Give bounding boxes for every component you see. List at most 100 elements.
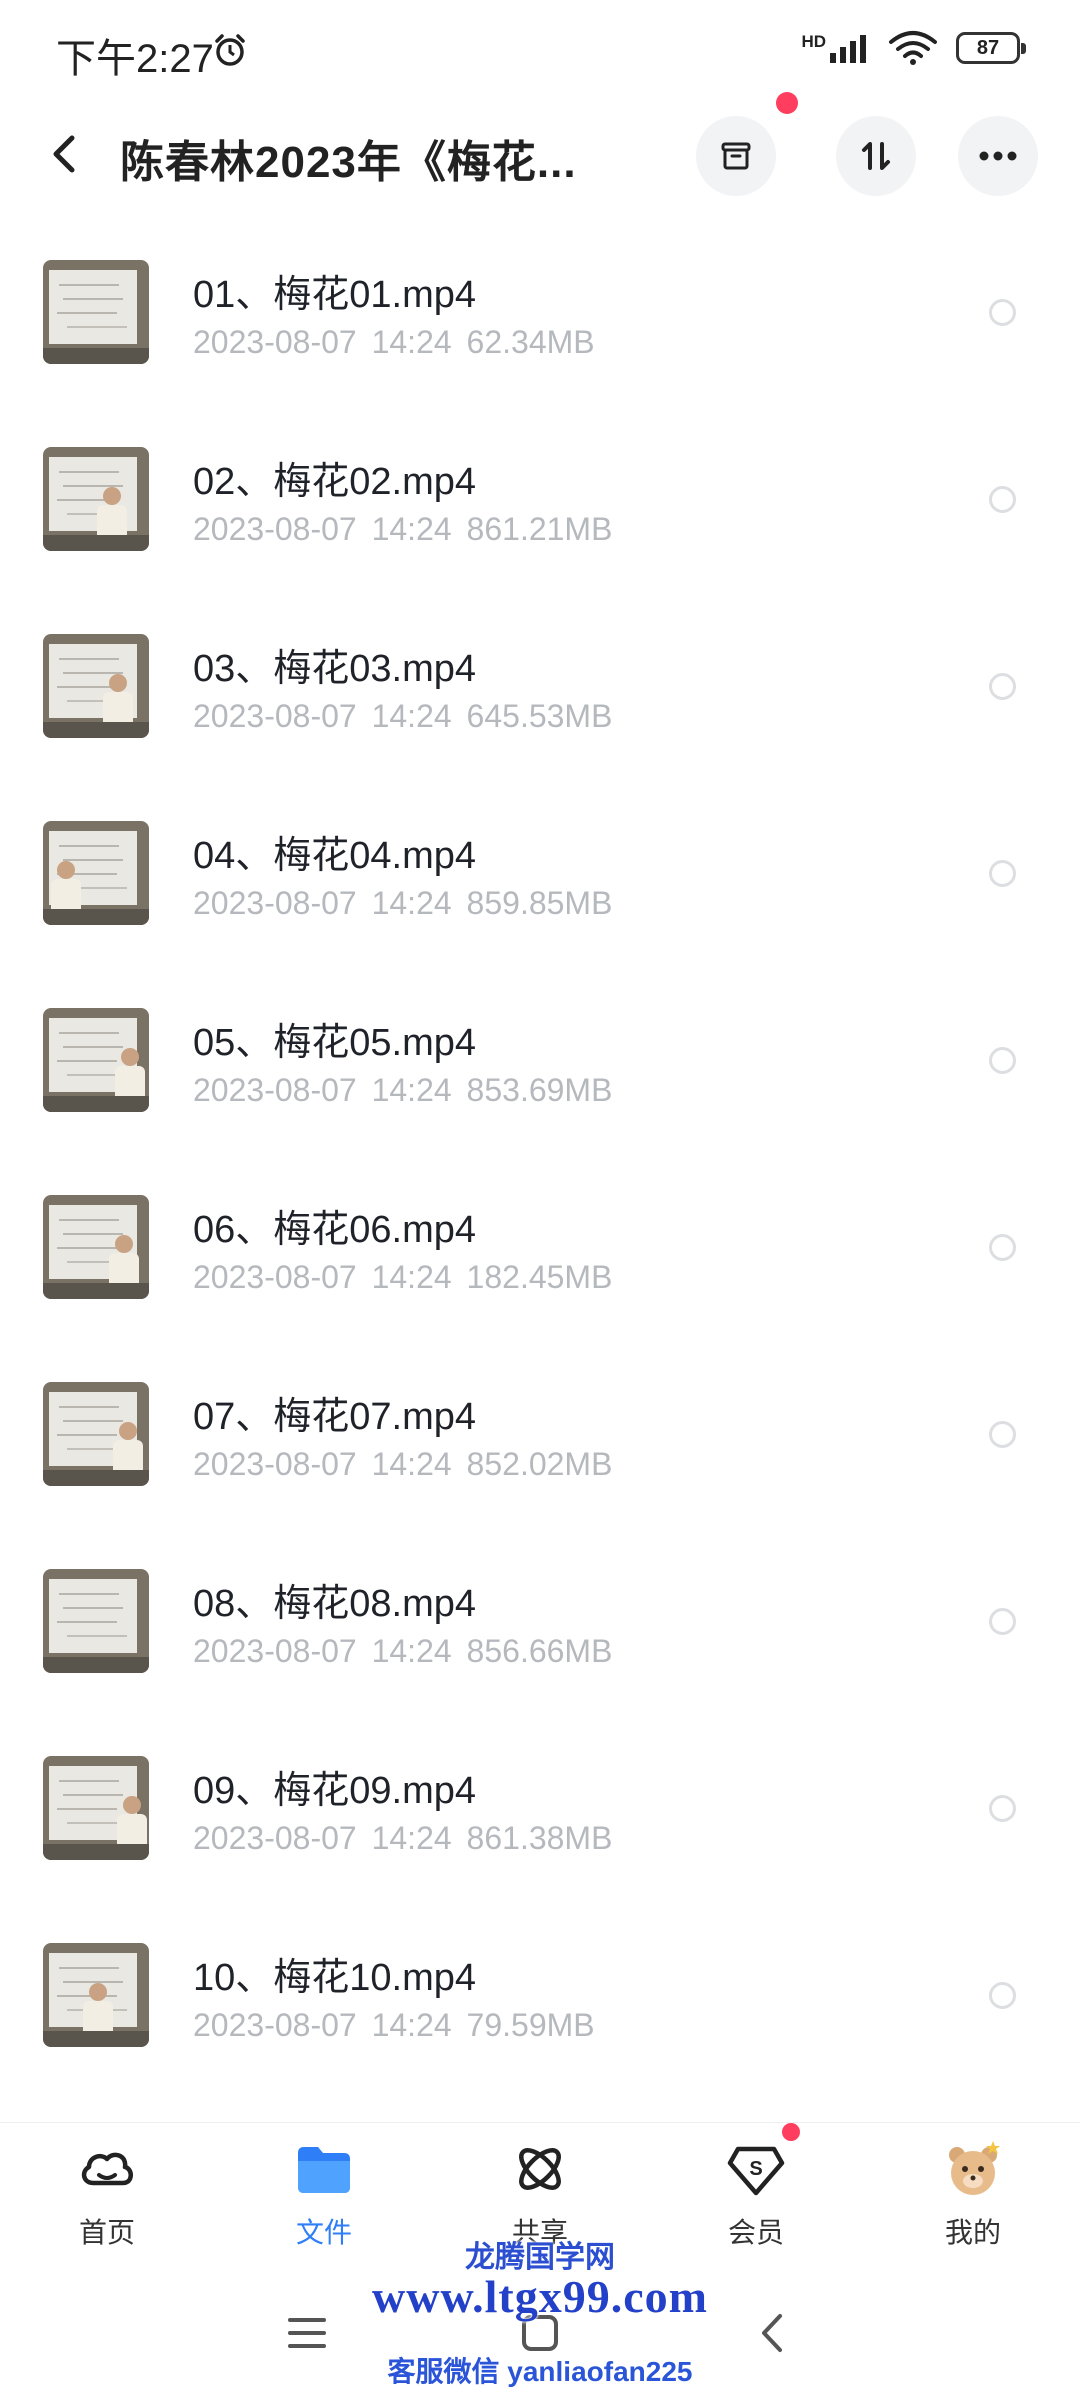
video-thumbnail [43, 260, 149, 364]
file-time: 14:24 [371, 1072, 452, 1108]
file-meta: 2023-08-07 14:24 859.85MB [193, 885, 612, 922]
bear-avatar-icon [949, 2141, 1000, 2195]
video-thumbnail [43, 821, 149, 925]
network-label: HD [801, 32, 826, 51]
select-radio[interactable] [989, 860, 1016, 887]
whiteboard-image [49, 1579, 137, 1653]
file-meta: 2023-08-07 14:24 645.53MB [193, 698, 612, 735]
file-meta: 2023-08-07 14:24 62.34MB [193, 324, 595, 361]
file-date: 2023-08-07 [193, 511, 357, 547]
file-date: 2023-08-07 [193, 1259, 357, 1295]
file-time: 14:24 [371, 698, 452, 734]
select-radio[interactable] [989, 1047, 1016, 1074]
file-row[interactable]: 07、梅花07.mp4 2023-08-07 14:24 852.02MB [0, 1342, 1080, 1529]
select-radio[interactable] [989, 1608, 1016, 1635]
battery-level: 87 [976, 36, 1000, 59]
video-thumbnail [43, 1382, 149, 1486]
select-radio[interactable] [989, 673, 1016, 700]
status-bar: 下午2:27 HD 87 [0, 0, 1080, 100]
file-name: 04、梅花04.mp4 [193, 835, 477, 877]
select-radio[interactable] [989, 1421, 1016, 1448]
select-radio[interactable] [989, 299, 1016, 326]
file-time: 14:24 [371, 885, 452, 921]
file-meta: 2023-08-07 14:24 856.66MB [193, 1633, 612, 1670]
file-meta: 2023-08-07 14:24 79.59MB [193, 2007, 595, 2044]
file-size: 859.85MB [466, 885, 613, 921]
select-radio[interactable] [989, 1982, 1016, 2009]
file-name: 08、梅花08.mp4 [193, 1583, 477, 1625]
file-date: 2023-08-07 [193, 1446, 357, 1482]
sort-button[interactable] [836, 116, 916, 196]
file-row[interactable]: 10、梅花10.mp4 2023-08-07 14:24 79.59MB [0, 1903, 1080, 2090]
svg-text:S: S [749, 2158, 762, 2180]
file-size: 856.66MB [466, 1633, 613, 1669]
cloud-home-icon [81, 2152, 133, 2186]
file-meta: 2023-08-07 14:24 852.02MB [193, 1446, 612, 1483]
file-date: 2023-08-07 [193, 1072, 357, 1108]
file-date: 2023-08-07 [193, 2007, 357, 2043]
file-row[interactable]: 09、梅花09.mp4 2023-08-07 14:24 861.38MB [0, 1716, 1080, 1903]
file-date: 2023-08-07 [193, 324, 357, 360]
file-size: 62.34MB [466, 324, 595, 360]
file-name: 02、梅花02.mp4 [193, 461, 477, 503]
file-meta: 2023-08-07 14:24 853.69MB [193, 1072, 612, 1109]
alarm-clock-icon [215, 34, 245, 66]
select-radio[interactable] [989, 1795, 1016, 1822]
file-size: 645.53MB [466, 698, 613, 734]
battery-icon: 87 [956, 32, 1026, 64]
more-dots-icon [979, 151, 1017, 161]
file-name: 05、梅花05.mp4 [193, 1022, 477, 1064]
whiteboard-image [49, 270, 137, 344]
select-radio[interactable] [989, 486, 1016, 513]
file-meta: 2023-08-07 14:24 182.45MB [193, 1259, 612, 1296]
wifi-icon [889, 31, 937, 65]
signal-bars-icon [830, 35, 866, 63]
file-name: 03、梅花03.mp4 [193, 648, 477, 690]
file-row[interactable]: 05、梅花05.mp4 2023-08-07 14:24 853.69MB [0, 968, 1080, 1155]
file-size: 861.38MB [466, 1820, 613, 1856]
file-time: 14:24 [371, 1446, 452, 1482]
status-icons: HD 87 [801, 30, 1026, 66]
video-thumbnail [43, 1756, 149, 1860]
video-thumbnail [43, 1008, 149, 1112]
file-size: 853.69MB [466, 1072, 613, 1108]
top-app-bar: 陈春林2023年《梅花... [0, 100, 1080, 210]
back-arrow-icon[interactable] [40, 128, 92, 180]
file-time: 14:24 [371, 1820, 452, 1856]
video-thumbnail [43, 634, 149, 738]
file-meta: 2023-08-07 14:24 861.38MB [193, 1820, 612, 1857]
file-time: 14:24 [371, 324, 452, 360]
file-time: 14:24 [371, 1633, 452, 1669]
video-thumbnail [43, 447, 149, 551]
cellular-signal-icon: HD [801, 33, 870, 63]
file-row[interactable]: 02、梅花02.mp4 2023-08-07 14:24 861.21MB [0, 407, 1080, 594]
file-date: 2023-08-07 [193, 885, 357, 921]
vip-badge-dot [782, 2123, 800, 2141]
page-title: 陈春林2023年《梅花... [120, 138, 577, 187]
file-row[interactable]: 08、梅花08.mp4 2023-08-07 14:24 856.66MB [0, 1529, 1080, 1716]
file-row[interactable]: 04、梅花04.mp4 2023-08-07 14:24 859.85MB [0, 781, 1080, 968]
file-size: 182.45MB [466, 1259, 613, 1295]
file-size: 852.02MB [466, 1446, 613, 1482]
file-time: 14:24 [371, 1259, 452, 1295]
file-meta: 2023-08-07 14:24 861.21MB [193, 511, 612, 548]
file-date: 2023-08-07 [193, 1820, 357, 1856]
file-size: 79.59MB [466, 2007, 595, 2043]
more-options-button[interactable] [958, 116, 1038, 196]
file-row[interactable]: 06、梅花06.mp4 2023-08-07 14:24 182.45MB [0, 1155, 1080, 1342]
watermark-url: www.ltgx99.com [372, 2271, 708, 2322]
select-radio[interactable] [989, 1234, 1016, 1261]
file-name: 07、梅花07.mp4 [193, 1396, 477, 1438]
watermark-contact: 客服微信 yanliaofan225 [387, 2356, 693, 2387]
video-thumbnail [43, 1195, 149, 1299]
file-row[interactable]: 03、梅花03.mp4 2023-08-07 14:24 645.53MB [0, 594, 1080, 781]
share-orbit-icon [519, 2148, 561, 2190]
vip-diamond-icon: S [727, 2146, 785, 2196]
file-row[interactable]: 01、梅花01.mp4 2023-08-07 14:24 62.34MB [0, 220, 1080, 407]
archive-button[interactable] [696, 116, 776, 196]
file-name: 01、梅花01.mp4 [193, 274, 477, 316]
file-name: 06、梅花06.mp4 [193, 1209, 477, 1251]
file-size: 861.21MB [466, 511, 613, 547]
video-thumbnail [43, 1569, 149, 1673]
folder-icon [298, 2147, 350, 2193]
